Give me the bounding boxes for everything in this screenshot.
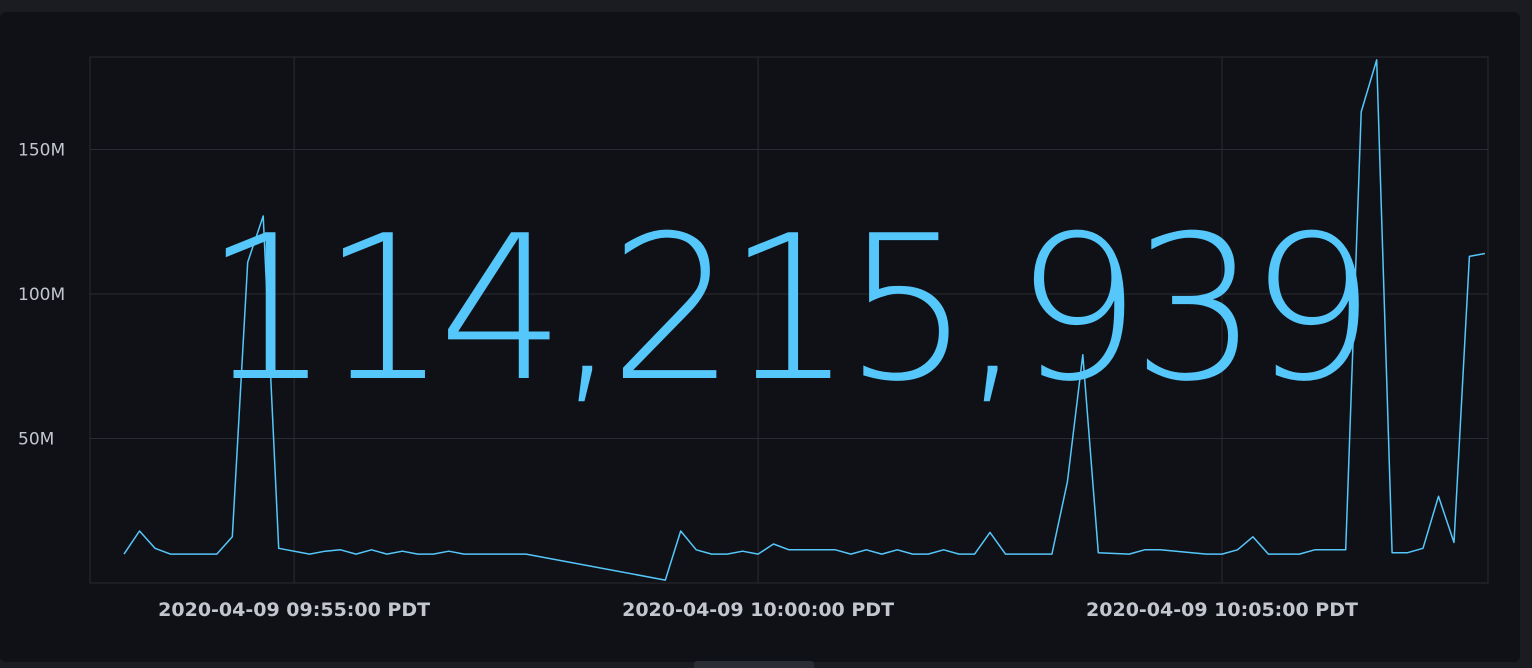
y-tick-label: 150M [18,140,65,160]
x-tick-label: 2020-04-09 10:00:00 PDT [622,599,894,621]
y-tick-label: 50M [18,429,54,449]
x-tick-label: 2020-04-09 10:05:00 PDT [1086,599,1358,621]
resize-handle[interactable] [694,661,814,668]
y-tick-label: 100M [18,285,65,305]
series-line [123,59,1486,581]
line-chart: 50M 100M 150M 2020-04-09 09:55:00 PDT 2020-0… [18,56,1489,621]
x-tick-label: 2020-04-09 09:55:00 PDT [158,599,430,621]
plot-frame [89,56,1489,584]
